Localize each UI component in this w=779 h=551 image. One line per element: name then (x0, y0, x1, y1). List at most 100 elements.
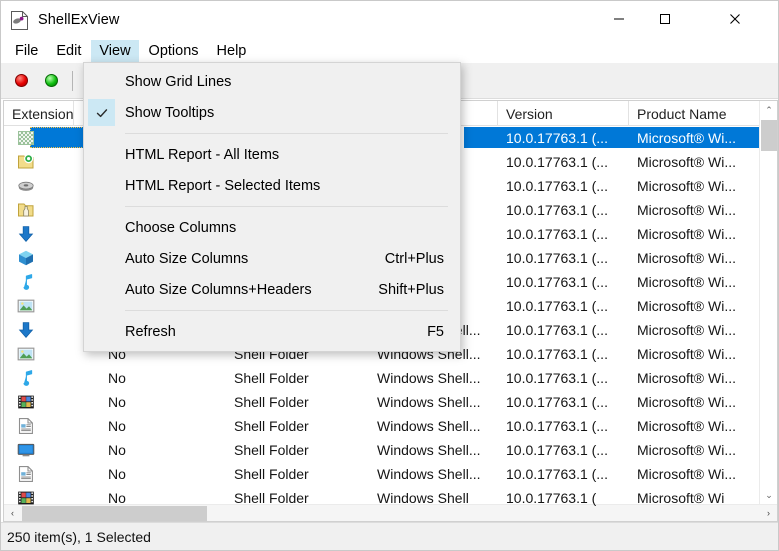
menu-item-label: Choose Columns (125, 219, 237, 236)
cell-text-product_name: Microsoft® Wi... (637, 466, 736, 482)
cell-extension (4, 246, 74, 270)
menu-item-html-report-selected-items[interactable]: HTML Report - Selected Items (84, 170, 460, 201)
horizontal-scroll-thumb[interactable] (22, 506, 207, 521)
cell-text-product_name: Microsoft® Wi... (637, 370, 736, 386)
menu-file[interactable]: File (7, 40, 46, 63)
cell-product_name: Microsoft® Wi... (629, 390, 762, 414)
minimize-button[interactable] (596, 1, 642, 37)
disable-selected-items-button[interactable] (7, 67, 35, 95)
folder-offline-icon (14, 152, 38, 172)
cell-text-version: 10.0.17763.1 (... (506, 394, 608, 410)
music-note-icon (14, 272, 38, 292)
cell-type: Shell Folder (204, 390, 369, 414)
table-row[interactable]: No Shell Folder Windows Shell 10.0.17763.1 … (4, 486, 777, 506)
menu-view[interactable]: View (91, 39, 139, 63)
cell-text-product_name: Microsoft® Wi... (637, 202, 736, 218)
menu-edit[interactable]: Edit (48, 40, 89, 63)
cell-description: Windows Shell... (369, 438, 498, 462)
cell-text-type: Shell Folder (234, 394, 309, 410)
cell-text-disabled: No (108, 490, 126, 506)
menu-help[interactable]: Help (209, 40, 255, 63)
cell-description: Windows Shell... (369, 462, 498, 486)
menu-item-auto-size-columns[interactable]: Auto Size Columns Ctrl+Plus (84, 243, 460, 274)
cell-text-product_name: Microsoft® Wi... (637, 298, 736, 314)
cell-product_name: Microsoft® Wi... (629, 294, 762, 318)
column-header-product-name[interactable]: Product Name (629, 101, 762, 126)
cell-text-product_name: Microsoft® Wi... (637, 274, 736, 290)
thumbnail-cache-icon (14, 128, 38, 148)
cell-version: 10.0.17763.1 (... (498, 366, 629, 390)
menu-item-choose-columns[interactable]: Choose Columns (84, 212, 460, 243)
cell-product_name: Microsoft® Wi... (629, 174, 762, 198)
scroll-down-arrow-icon[interactable]: ⌄ (760, 486, 777, 504)
menu-item-label: Show Grid Lines (125, 73, 232, 90)
cell-extension (4, 126, 74, 150)
cell-extension (4, 318, 74, 342)
cell-text-description: Windows Shell... (377, 418, 481, 434)
menu-item-auto-size-columns-headers[interactable]: Auto Size Columns+Headers Shift+Plus (84, 274, 460, 305)
cell-extension (4, 222, 74, 246)
scroll-right-arrow-icon[interactable]: › (760, 505, 777, 522)
table-row[interactable]: No Shell Folder Windows Shell... 10.0.17763… (4, 366, 777, 390)
cell-extension (4, 150, 74, 174)
cell-version: 10.0.17763.1 (... (498, 438, 629, 462)
column-header-extension[interactable]: Extension... (4, 101, 74, 126)
cell-version: 10.0.17763.1 ( (498, 486, 629, 506)
cell-type: Shell Folder (204, 366, 369, 390)
close-button[interactable] (712, 1, 758, 37)
cell-text-product_name: Microsoft® Wi... (637, 226, 736, 242)
cell-text-type: Shell Folder (234, 442, 309, 458)
cell-product_name: Microsoft® Wi... (629, 150, 762, 174)
menu-item-html-report-all-items[interactable]: HTML Report - All Items (84, 139, 460, 170)
menu-item-refresh[interactable]: Refresh F5 (84, 316, 460, 347)
folder-bottle-icon (14, 200, 38, 220)
menu-item-shortcut: Ctrl+Plus (384, 250, 444, 267)
table-row[interactable]: No Shell Folder Windows Shell... 10.0.17763… (4, 438, 777, 462)
vertical-scroll-thumb[interactable] (761, 120, 777, 151)
column-header-version[interactable]: Version (498, 101, 629, 126)
menu-separator (125, 310, 448, 311)
cell-version: 10.0.17763.1 (... (498, 342, 629, 366)
menu-options[interactable]: Options (141, 40, 207, 63)
horizontal-scrollbar[interactable]: ‹ › (4, 504, 777, 521)
cell-type: Shell Folder (204, 438, 369, 462)
cell-text-product_name: Microsoft® Wi... (637, 346, 736, 362)
scroll-up-arrow-icon[interactable]: ⌃ (760, 101, 777, 119)
enable-selected-items-button[interactable] (37, 67, 65, 95)
cell-product_name: Microsoft® Wi... (629, 342, 762, 366)
cell-text-version: 10.0.17763.1 (... (506, 130, 608, 146)
cell-text-version: 10.0.17763.1 (... (506, 226, 608, 242)
cell-product_name: Microsoft® Wi... (629, 222, 762, 246)
cell-version: 10.0.17763.1 (... (498, 222, 629, 246)
cell-text-disabled: No (108, 418, 126, 434)
menu-item-label: HTML Report - Selected Items (125, 177, 321, 194)
picture-icon (14, 344, 38, 364)
cell-disabled: No (74, 462, 204, 486)
scroll-left-arrow-icon[interactable]: ‹ (4, 505, 21, 522)
cell-extension (4, 174, 74, 198)
cell-text-version: 10.0.17763.1 (... (506, 274, 608, 290)
music-note-icon (14, 368, 38, 388)
cell-text-description: Windows Shell... (377, 394, 481, 410)
document-icon (14, 416, 38, 436)
cell-product_name: Microsoft® Wi... (629, 198, 762, 222)
maximize-button[interactable] (642, 1, 688, 37)
cell-version: 10.0.17763.1 (... (498, 318, 629, 342)
cell-extension (4, 342, 74, 366)
table-row[interactable]: No Shell Folder Windows Shell... 10.0.17763… (4, 390, 777, 414)
cell-type: Shell Folder (204, 486, 369, 506)
picture-icon (14, 296, 38, 316)
cell-text-product_name: Microsoft® Wi... (637, 178, 736, 194)
menu-item-show-tooltips[interactable]: Show Tooltips (84, 97, 460, 128)
table-row[interactable]: No Shell Folder Windows Shell... 10.0.17763… (4, 462, 777, 486)
cell-product_name: Microsoft® Wi... (629, 246, 762, 270)
menu-item-label: Auto Size Columns (125, 250, 249, 267)
table-row[interactable]: No Shell Folder Windows Shell... 10.0.17763… (4, 414, 777, 438)
menu-item-show-grid-lines[interactable]: Show Grid Lines (84, 66, 460, 97)
cell-extension (4, 198, 74, 222)
view-dropdown-menu[interactable]: Show Grid Lines Show Tooltips HTML Report … (83, 62, 461, 352)
title-bar: ShellExView (1, 1, 778, 39)
cell-text-product_name: Microsoft® Wi... (637, 442, 736, 458)
shellexview-app-icon (11, 10, 28, 30)
menu-item-label: HTML Report - All Items (125, 146, 280, 163)
